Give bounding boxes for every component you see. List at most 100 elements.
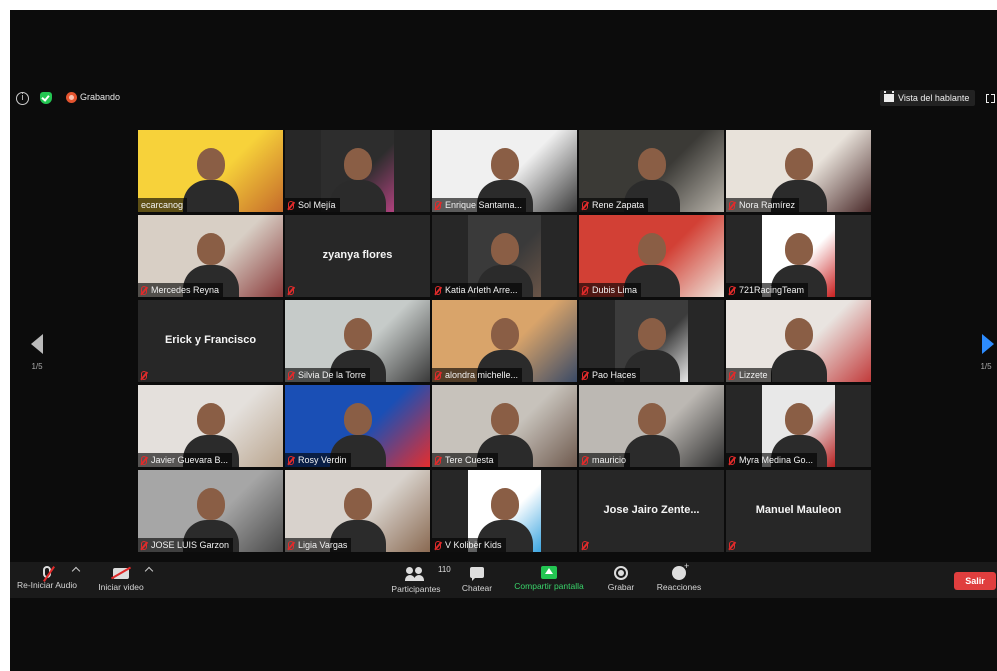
participant-tile[interactable]: mauricio (579, 385, 724, 467)
recording-label: Grabando (80, 92, 121, 102)
participant-name-tag (285, 283, 302, 297)
record-button[interactable]: Grabar (604, 564, 638, 596)
participant-tile[interactable]: Rene Zapata (579, 130, 724, 212)
mic-muted-icon (141, 285, 147, 295)
participant-name-tag: Rene Zapata (579, 198, 649, 212)
record-label: Grabar (607, 582, 635, 592)
participant-name-tag: mauricio (579, 453, 631, 467)
participant-tile[interactable]: Erick y Francisco (138, 300, 283, 382)
participant-name: V Kolibër Kids (445, 540, 502, 550)
participant-tile[interactable]: JOSE LUIS Garzon (138, 470, 283, 552)
audio-button[interactable]: Re-Iniciar Audio (14, 564, 80, 596)
participant-tile[interactable]: Sol Mejía (285, 130, 430, 212)
participant-name-tag: Katia Arleth Arre... (432, 283, 522, 297)
record-icon (66, 92, 77, 103)
participant-name-tag (579, 538, 596, 552)
video-button[interactable]: Iniciar video (94, 564, 148, 596)
arrow-right-icon (982, 334, 994, 354)
participant-name-tag: Lizzete (726, 368, 772, 382)
participant-name-tag: Silvia De la Torre (285, 368, 370, 382)
participant-tile[interactable]: alondra michelle... (432, 300, 577, 382)
mic-muted-icon (582, 455, 588, 465)
record-icon (614, 566, 628, 580)
participant-tile[interactable]: Pao Haces (579, 300, 724, 382)
participant-tile[interactable]: Enrique Santama... (432, 130, 577, 212)
participant-display-name: zyanya flores (322, 249, 393, 261)
shield-check-icon[interactable] (40, 92, 52, 104)
participant-name: Mercedes Reyna (151, 285, 220, 295)
participant-tile[interactable]: Katia Arleth Arre... (432, 215, 577, 297)
mic-muted-icon (288, 285, 294, 295)
participant-name-tag: Pao Haces (579, 368, 641, 382)
mic-muted-icon (435, 285, 441, 295)
mic-muted-icon (141, 455, 147, 465)
mic-muted-icon (141, 370, 147, 380)
participant-tile[interactable]: Silvia De la Torre (285, 300, 430, 382)
participant-name: Javier Guevara B... (151, 455, 229, 465)
participant-tile[interactable]: Javier Guevara B... (138, 385, 283, 467)
participant-name: Nora Ramírez (739, 200, 796, 210)
participant-name: Myra Medina Go... (739, 455, 814, 465)
participant-name: Dubis Lima (592, 285, 638, 295)
share-screen-label: Compartir pantalla (514, 581, 584, 591)
speaker-view-label: Vista del hablante (898, 93, 970, 103)
audio-label: Re-Iniciar Audio (16, 580, 77, 590)
participant-tile[interactable]: Nora Ramírez (726, 130, 871, 212)
participant-name: Lizzete (739, 370, 768, 380)
participant-name: alondra michelle... (445, 370, 519, 380)
participant-name-tag: Rosy Verdin (285, 453, 351, 467)
top-bar: i Grabando Vista del hablante (10, 88, 997, 110)
participant-name: Tere Cuesta (445, 455, 494, 465)
participant-name: Sol Mejía (298, 200, 336, 210)
mic-muted-icon (288, 200, 294, 210)
mic-muted-icon (729, 285, 735, 295)
leave-meeting-button[interactable]: Salir (954, 572, 996, 590)
prev-page-button[interactable]: 1/5 (18, 330, 56, 376)
speaker-view-icon (884, 91, 894, 102)
participant-name: Rene Zapata (592, 200, 645, 210)
mic-muted-icon (729, 370, 735, 380)
participants-count: 110 (438, 565, 451, 574)
participants-label: Participantes (391, 584, 441, 594)
participant-name: Rosy Verdin (298, 455, 347, 465)
participant-tile[interactable]: V Kolibër Kids (432, 470, 577, 552)
participant-name: Enrique Santama... (445, 200, 523, 210)
share-screen-button[interactable]: Compartir pantalla (510, 564, 588, 596)
mic-muted-icon (435, 540, 441, 550)
participant-display-name: Manuel Mauleon (755, 504, 842, 516)
participants-button[interactable]: Participantes (388, 564, 444, 596)
participant-tile[interactable]: ecarcanog (138, 130, 283, 212)
participant-name: mauricio (592, 455, 627, 465)
mic-muted-icon (435, 370, 441, 380)
participant-tile[interactable]: Tere Cuesta (432, 385, 577, 467)
participant-name-tag (726, 538, 743, 552)
video-label: Iniciar video (98, 582, 144, 592)
info-icon[interactable]: i (16, 92, 29, 105)
chat-button[interactable]: Chatear (460, 564, 494, 596)
fullscreen-icon[interactable] (986, 93, 995, 103)
participant-tile[interactable]: Lizzete (726, 300, 871, 382)
participant-name: Pao Haces (592, 370, 637, 380)
participant-name: Silvia De la Torre (298, 370, 366, 380)
participant-tile[interactable]: zyanya flores (285, 215, 430, 297)
participant-tile[interactable]: Ligia Vargas (285, 470, 430, 552)
reactions-label: Reacciones (656, 582, 702, 592)
mic-muted-icon (582, 370, 588, 380)
mic-muted-icon (288, 455, 294, 465)
reactions-button[interactable]: Reacciones (654, 561, 704, 596)
participant-tile[interactable]: 721RacingTeam (726, 215, 871, 297)
participant-tile[interactable]: Manuel Mauleon (726, 470, 871, 552)
participant-name-tag: alondra michelle... (432, 368, 523, 382)
participant-tile[interactable]: Dubis Lima (579, 215, 724, 297)
participant-name: Katia Arleth Arre... (445, 285, 518, 295)
participant-name-tag: Nora Ramírez (726, 198, 800, 212)
next-page-button[interactable]: 1/5 (967, 330, 997, 376)
camera-off-icon (113, 568, 129, 579)
speaker-view-button[interactable]: Vista del hablante (880, 90, 976, 106)
participant-tile[interactable]: Jose Jairo Zente... (579, 470, 724, 552)
participant-tile[interactable]: Myra Medina Go... (726, 385, 871, 467)
participant-tile[interactable]: Mercedes Reyna (138, 215, 283, 297)
participant-tile[interactable]: Rosy Verdin (285, 385, 430, 467)
mic-muted-icon (435, 455, 441, 465)
participant-name-tag: Ligia Vargas (285, 538, 352, 552)
